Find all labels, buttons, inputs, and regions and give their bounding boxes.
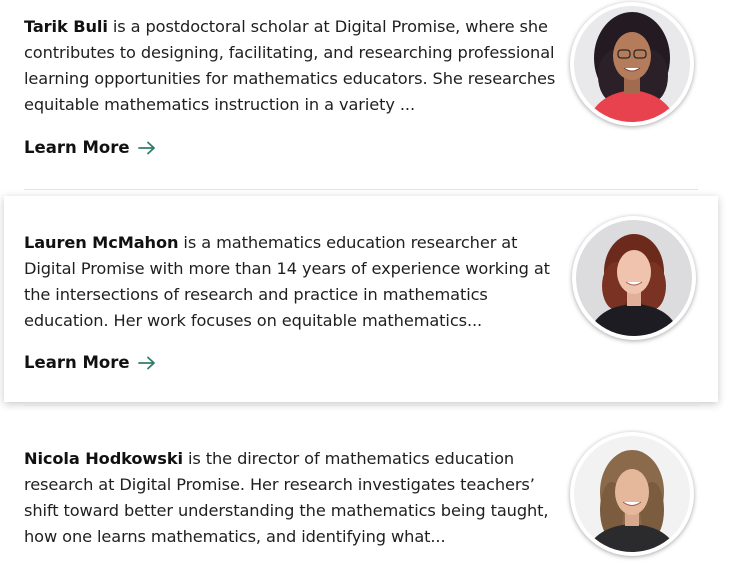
- person-card-nicola-hodkowski: Nicola Hodkowski is the director of math…: [4, 412, 718, 562]
- person-card-lauren-mcmahon: Lauren McMahon is a mathematics educatio…: [4, 196, 718, 402]
- learn-more-label: Learn More: [24, 138, 130, 157]
- portrait-image: [574, 436, 690, 552]
- learn-more-label: Learn More: [24, 353, 130, 372]
- person-bio-text: Lauren McMahon is a mathematics educatio…: [24, 230, 562, 334]
- team-list: Tarik Buli is a postdoctoral scholar at …: [0, 0, 746, 562]
- learn-more-link[interactable]: Learn More: [24, 138, 156, 157]
- avatar-lauren-mcmahon: [572, 216, 696, 340]
- divider: [24, 405, 698, 406]
- learn-more-link[interactable]: Learn More: [24, 353, 156, 372]
- portrait-image: [574, 6, 690, 122]
- arrow-right-icon: [137, 141, 155, 154]
- person-bio-text: Nicola Hodkowski is the director of math…: [24, 446, 562, 550]
- person-name: Nicola Hodkowski: [24, 449, 183, 468]
- person-name: Lauren McMahon: [24, 233, 179, 252]
- portrait-image: [576, 220, 692, 336]
- person-bio-text: Tarik Buli is a postdoctoral scholar at …: [24, 14, 562, 118]
- avatar-tarik-buli: [570, 2, 694, 126]
- divider: [24, 189, 698, 190]
- arrow-right-icon: [137, 356, 155, 369]
- avatar-nicola-hodkowski: [570, 432, 694, 556]
- person-card-tarik-buli: Tarik Buli is a postdoctoral scholar at …: [4, 0, 718, 188]
- person-name: Tarik Buli: [24, 17, 108, 36]
